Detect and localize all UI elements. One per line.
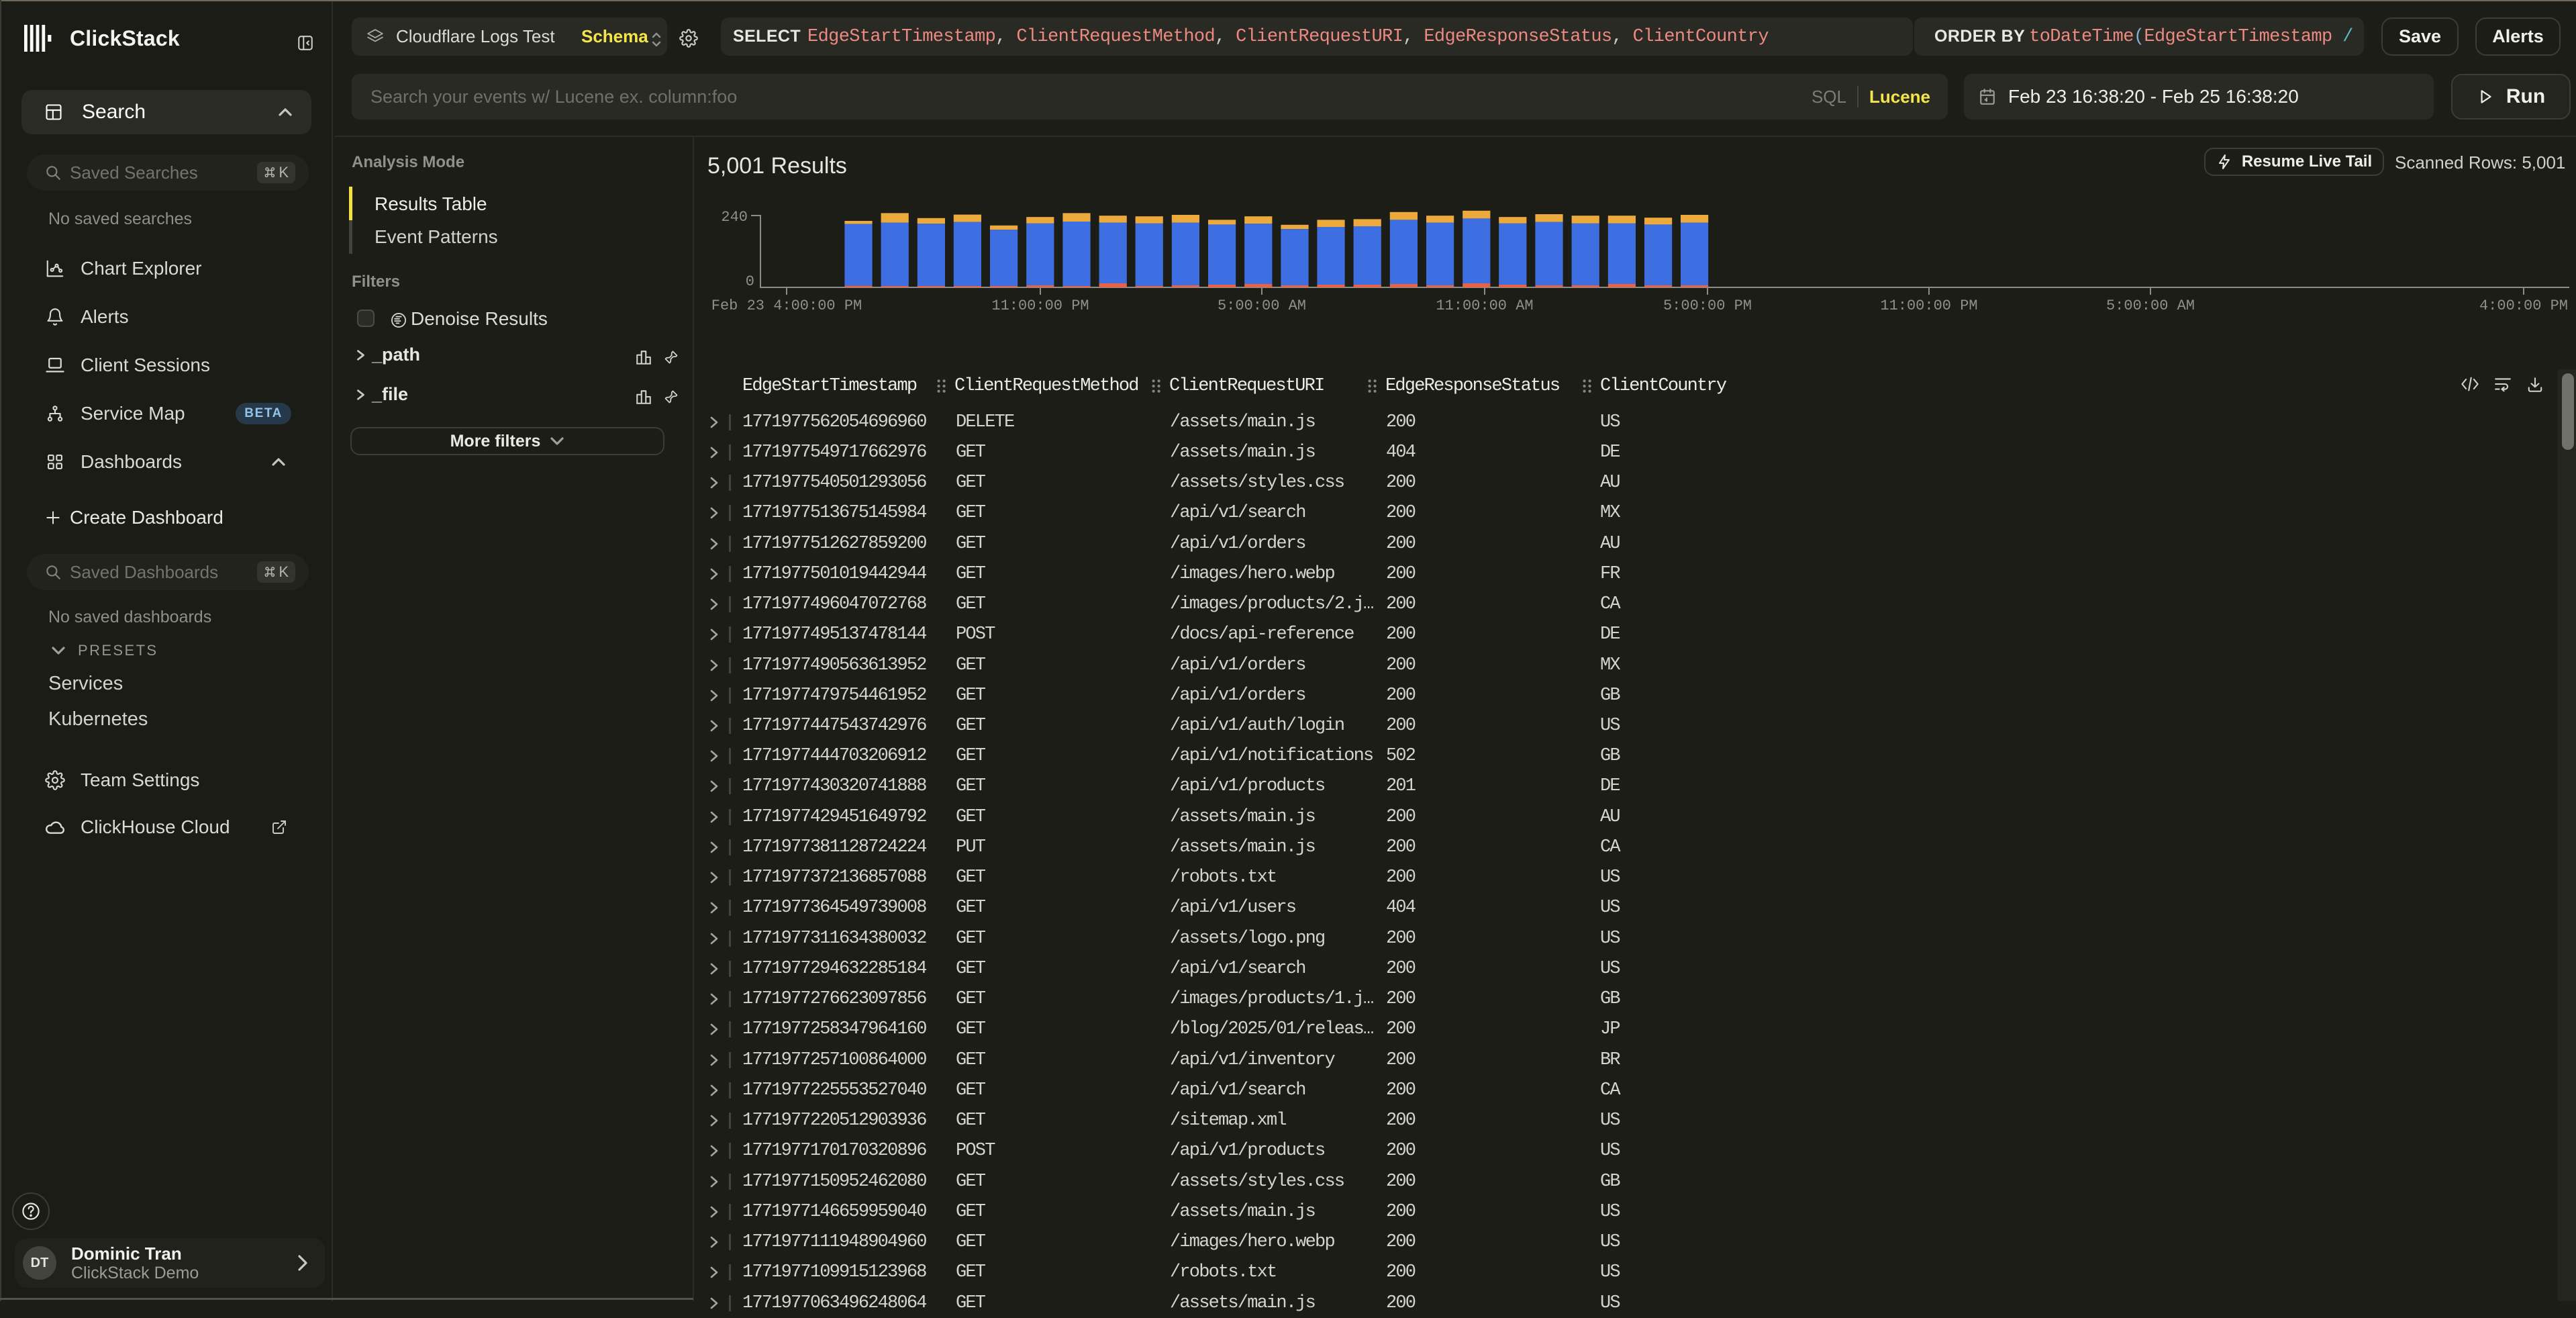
svg-text:Feb 23 4:00:00 PM: Feb 23 4:00:00 PM (711, 297, 862, 314)
svg-text:11:00:00 PM: 11:00:00 PM (1880, 297, 1977, 314)
svg-text:11:00:00 AM: 11:00:00 AM (1436, 297, 1533, 314)
svg-text:0: 0 (746, 273, 754, 290)
svg-text:5:00:00 PM: 5:00:00 PM (1663, 297, 1752, 314)
svg-text:4:00:00 PM: 4:00:00 PM (2479, 297, 2568, 314)
svg-text:5:00:00 AM: 5:00:00 AM (2106, 297, 2195, 314)
svg-text:5:00:00 AM: 5:00:00 AM (1218, 297, 1306, 314)
svg-text:240: 240 (721, 209, 748, 226)
svg-text:11:00:00 PM: 11:00:00 PM (991, 297, 1089, 314)
